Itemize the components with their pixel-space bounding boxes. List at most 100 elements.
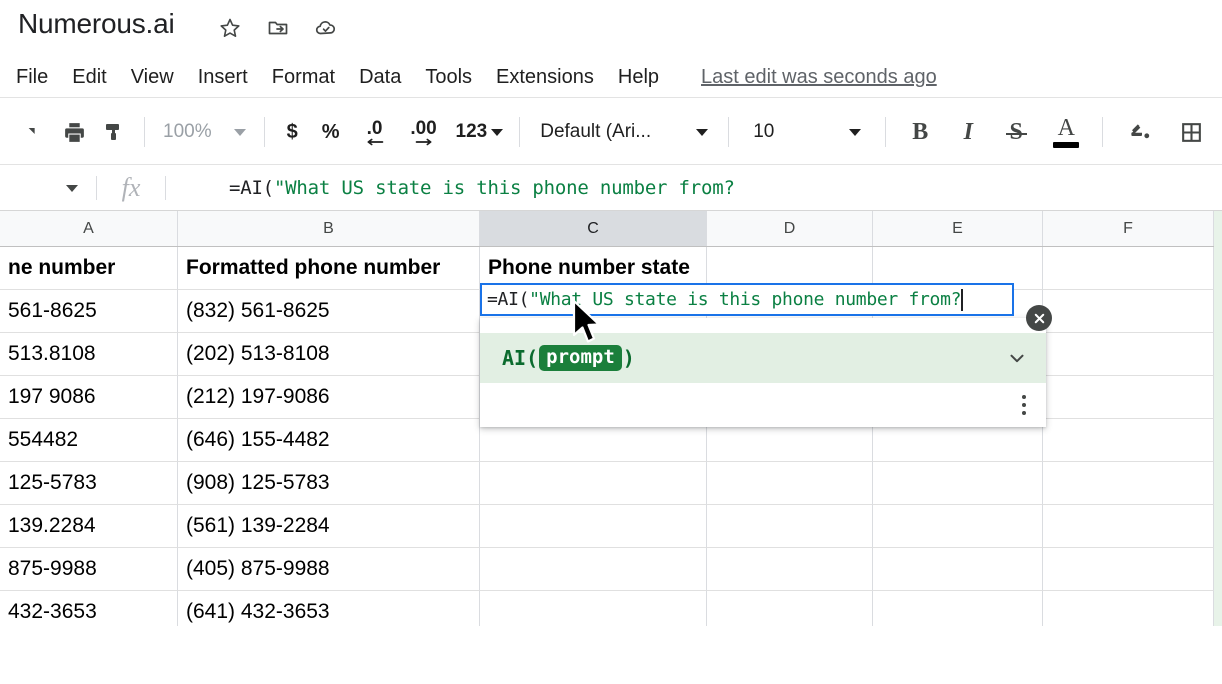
table-cell[interactable] (1043, 333, 1214, 376)
strikethrough-label: S (1010, 119, 1023, 146)
table-cell[interactable] (707, 548, 873, 591)
menu-item-edit[interactable]: Edit (60, 67, 118, 87)
table-header-cell[interactable]: ne number (0, 247, 178, 290)
table-cell[interactable] (1043, 462, 1214, 505)
table-cell[interactable] (480, 462, 707, 505)
table-cell[interactable] (480, 591, 707, 626)
table-cell[interactable] (1043, 505, 1214, 548)
print-icon[interactable] (54, 112, 94, 152)
name-box[interactable] (0, 166, 96, 210)
table-cell[interactable] (1043, 290, 1214, 333)
table-cell[interactable]: 125-5783 (0, 462, 178, 505)
decrease-decimal-button[interactable]: .0 (352, 112, 398, 152)
column-header-c[interactable]: C (480, 211, 707, 246)
table-cell[interactable] (707, 591, 873, 626)
open-paren: ( (526, 346, 538, 370)
menu-item-extensions[interactable]: Extensions (484, 67, 606, 87)
undo-icon[interactable] (14, 112, 54, 152)
fill-color-icon[interactable] (1113, 112, 1165, 152)
last-edit-status[interactable]: Last edit was seconds ago (701, 66, 937, 89)
column-header-label: D (784, 220, 796, 238)
table-cell[interactable]: (646) 155-4482 (178, 419, 480, 462)
table-cell[interactable]: (908) 125-5783 (178, 462, 480, 505)
paint-format-icon[interactable] (94, 112, 134, 152)
table-cell[interactable]: (405) 875-9988 (178, 548, 480, 591)
menu-item-help[interactable]: Help (606, 67, 671, 87)
table-cell[interactable] (1043, 591, 1214, 626)
cloud-saved-icon[interactable] (314, 16, 338, 40)
menu-item-tools[interactable]: Tools (413, 67, 484, 87)
table-cell[interactable] (480, 548, 707, 591)
table-cell[interactable]: 554482 (0, 419, 178, 462)
number-format-label: 123 (456, 121, 488, 143)
column-header-b[interactable]: B (178, 211, 480, 246)
table-cell[interactable] (1043, 419, 1214, 462)
cell-value: 197 9086 (8, 385, 96, 409)
column-header-e[interactable]: E (873, 211, 1043, 246)
table-cell[interactable]: (832) 561-8625 (178, 290, 480, 333)
currency-format-button[interactable]: $ (275, 121, 310, 144)
formula-autocomplete-tooltip[interactable]: AI(prompt) (480, 318, 1046, 427)
table-cell[interactable]: 875-9988 (0, 548, 178, 591)
zoom-selector[interactable]: 100% (155, 121, 254, 143)
number-format-selector[interactable]: 123 (450, 121, 510, 143)
chevron-down-icon[interactable] (1006, 347, 1028, 369)
font-family-selector[interactable]: Default (Ari... (530, 121, 718, 143)
table-cell[interactable]: 561-8625 (0, 290, 178, 333)
font-size-selector[interactable]: 10 (739, 121, 875, 143)
table-cell[interactable]: (202) 513-8108 (178, 333, 480, 376)
mouse-cursor (572, 300, 606, 351)
document-title[interactable]: Numerous.ai (18, 8, 175, 40)
table-cell[interactable]: (641) 432-3653 (178, 591, 480, 626)
menu-bar: File Edit View Insert Format Data Tools … (0, 58, 1222, 96)
text-color-button[interactable]: A (1040, 112, 1092, 152)
merge-cells-icon (1217, 112, 1222, 152)
toolbar-separator (1102, 117, 1103, 147)
column-header-label: A (83, 220, 94, 238)
table-header-cell[interactable]: Formatted phone number (178, 247, 480, 290)
menu-item-data[interactable]: Data (347, 67, 413, 87)
cell-value: 875-9988 (8, 557, 97, 581)
close-icon[interactable] (1026, 305, 1052, 331)
table-cell[interactable] (873, 462, 1043, 505)
table-cell[interactable] (1043, 376, 1214, 419)
cell-editor[interactable]: =AI("What US state is this phone number … (480, 283, 1014, 316)
cell-value: (212) 197-9086 (186, 385, 330, 409)
column-header-d[interactable]: D (707, 211, 873, 246)
table-cell[interactable]: (561) 139-2284 (178, 505, 480, 548)
cell-value: (202) 513-8108 (186, 342, 330, 366)
table-cell[interactable] (1043, 548, 1214, 591)
table-cell[interactable] (480, 505, 707, 548)
italic-button[interactable]: I (944, 112, 992, 152)
tooltip-top-spacer (480, 318, 1046, 333)
table-cell[interactable] (873, 548, 1043, 591)
table-cell[interactable] (873, 591, 1043, 626)
table-cell[interactable]: (212) 197-9086 (178, 376, 480, 419)
table-cell[interactable] (873, 505, 1043, 548)
menu-item-insert[interactable]: Insert (186, 67, 260, 87)
menu-item-file[interactable]: File (0, 67, 60, 87)
column-header-row: A BC D EF (0, 211, 1222, 247)
column-header-f[interactable]: F (1043, 211, 1214, 246)
borders-icon[interactable] (1165, 112, 1217, 152)
table-cell[interactable]: 513.8108 (0, 333, 178, 376)
table-cell[interactable]: 197 9086 (0, 376, 178, 419)
star-icon[interactable] (218, 16, 242, 40)
formula-signature-row[interactable]: AI(prompt) (480, 333, 1046, 383)
more-options-icon[interactable] (1022, 395, 1026, 415)
fx-icon[interactable]: fx (97, 173, 165, 203)
table-cell[interactable] (707, 462, 873, 505)
table-cell[interactable]: 432-3653 (0, 591, 178, 626)
menu-item-format[interactable]: Format (260, 67, 347, 87)
column-header-a[interactable]: A (0, 211, 178, 246)
table-cell[interactable] (707, 505, 873, 548)
strikethrough-button[interactable]: S (992, 112, 1040, 152)
table-header-cell[interactable] (1043, 247, 1214, 290)
move-to-folder-icon[interactable] (266, 16, 290, 40)
bold-button[interactable]: B (896, 112, 944, 152)
increase-decimal-button[interactable]: .00 (398, 112, 450, 152)
menu-item-view[interactable]: View (119, 67, 186, 87)
cell-value: 561-8625 (8, 299, 97, 323)
table-cell[interactable]: 139.2284 (0, 505, 178, 548)
percent-format-button[interactable]: % (310, 121, 352, 144)
